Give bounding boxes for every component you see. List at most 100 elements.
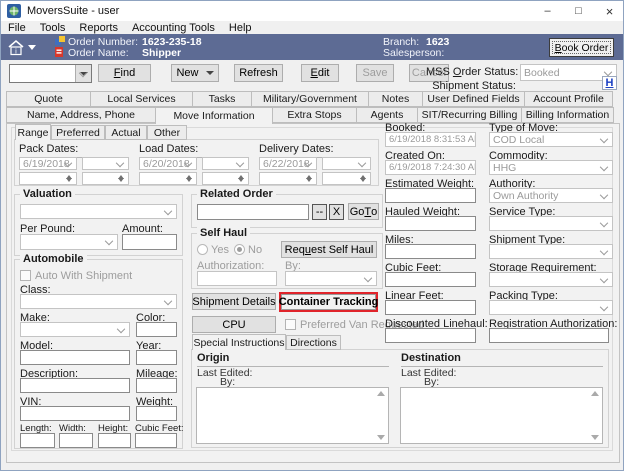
go-to-button[interactable]: Go To (348, 203, 379, 220)
delivery-date-select-2[interactable] (322, 157, 371, 170)
scroll-up-icon[interactable] (377, 391, 385, 396)
save-button[interactable]: Save (356, 64, 394, 82)
per-pound-select[interactable] (20, 234, 118, 250)
cpu-button[interactable]: CPU (192, 316, 276, 333)
amount-input[interactable] (122, 234, 177, 250)
tab-agents[interactable]: Agents (356, 107, 418, 123)
subtab-preferred[interactable]: Preferred (51, 125, 105, 140)
tab-user-defined-fields[interactable]: User Defined Fields (422, 91, 525, 107)
book-order-button[interactable]: Book Order (549, 38, 614, 57)
load-date-select-2[interactable] (202, 157, 249, 170)
pack-time-spinner-2[interactable] (82, 172, 129, 185)
load-date-select[interactable]: 6/20/2018 (139, 157, 197, 170)
pack-date-select-2[interactable] (82, 157, 129, 170)
load-time-spinner[interactable] (139, 172, 197, 185)
maximize-button[interactable]: □ (563, 1, 594, 21)
tab-extra-stops[interactable]: Extra Stops (272, 107, 357, 123)
preferred-van-checkbox[interactable] (285, 319, 296, 330)
find-button[interactable]: Find (98, 64, 151, 82)
class-select[interactable] (20, 294, 177, 309)
hauled-weight-input[interactable] (385, 216, 476, 231)
packing-type-select[interactable] (489, 300, 613, 315)
minimize-button[interactable]: – (532, 1, 563, 21)
tab-tasks[interactable]: Tasks (192, 91, 252, 107)
scroll-up-icon[interactable] (591, 391, 599, 396)
created-on-field[interactable]: 6/19/2018 7:24:30 AM (385, 160, 476, 175)
tab-billing-information[interactable]: Billing Information (521, 107, 614, 123)
linear-feet-input[interactable] (385, 300, 476, 315)
refresh-button[interactable]: Refresh (234, 64, 283, 82)
self-haul-by-select[interactable] (285, 271, 377, 286)
tab-quote[interactable]: Quote (6, 91, 91, 107)
commodity-select[interactable]: HHG (489, 160, 613, 175)
storage-requirement-select[interactable] (489, 272, 613, 287)
pack-date-select[interactable]: 6/19/2018 (19, 157, 77, 170)
tab-military-government[interactable]: Military/Government (251, 91, 369, 107)
miles-input[interactable] (385, 244, 476, 259)
discounted-linehaul-input[interactable] (385, 328, 476, 343)
menu-accounting-tools[interactable]: Accounting Tools (125, 22, 222, 34)
shipment-type-select[interactable] (489, 244, 613, 259)
color-input[interactable] (136, 322, 177, 337)
subtab-actual[interactable]: Actual (105, 125, 147, 140)
tab-special-instructions[interactable]: Special Instructions (192, 334, 286, 350)
combo-dropdown-button[interactable] (75, 65, 91, 82)
authorization-input[interactable] (197, 271, 277, 286)
authority-select[interactable]: Own Authority (489, 188, 613, 203)
height-input[interactable] (98, 433, 131, 448)
auto-with-shipment-checkbox[interactable] (20, 270, 31, 281)
load-time-spinner-2[interactable] (202, 172, 249, 185)
delivery-date-select[interactable]: 6/22/2018 (259, 157, 317, 170)
cubic-feet-input[interactable] (385, 272, 476, 287)
scroll-down-icon[interactable] (377, 435, 385, 440)
request-self-haul-button[interactable]: Request Self Haul (281, 241, 377, 258)
weight-input[interactable] (136, 406, 177, 421)
related-order-browse-button[interactable]: -- (312, 204, 327, 220)
tab-notes[interactable]: Notes (368, 91, 423, 107)
related-order-input[interactable] (197, 204, 309, 220)
shipment-status-history-button[interactable]: H (602, 76, 617, 90)
pack-time-spinner[interactable] (19, 172, 77, 185)
type-of-move-select[interactable]: COD Local (489, 132, 613, 147)
scroll-down-icon[interactable] (591, 435, 599, 440)
menu-help[interactable]: Help (222, 22, 259, 34)
tab-sit-recurring-billing[interactable]: SIT/Recurring Billing (417, 107, 522, 123)
subtab-other[interactable]: Other (147, 125, 187, 140)
mileage-input[interactable] (136, 378, 177, 393)
make-select[interactable] (20, 322, 130, 337)
shipment-details-button[interactable]: Shipment Details (192, 293, 276, 310)
delivery-time-spinner-2[interactable] (322, 172, 371, 185)
order-search-combo[interactable] (9, 64, 92, 83)
tab-directions[interactable]: Directions (286, 335, 341, 350)
container-tracking-button[interactable]: Container Tracking (281, 294, 376, 310)
subtab-range[interactable]: Range (15, 124, 51, 140)
edit-button[interactable]: Edit (301, 64, 339, 82)
booked-field[interactable]: 6/19/2018 8:31:53 AM (385, 132, 476, 147)
self-haul-yes-radio[interactable] (197, 244, 208, 255)
menu-file[interactable]: File (1, 22, 33, 34)
destination-instructions-textarea[interactable] (400, 387, 603, 444)
home-button[interactable]: i (7, 36, 41, 58)
tab-account-profile[interactable]: Account Profile (524, 91, 613, 107)
estimated-weight-input[interactable] (385, 188, 476, 203)
year-input[interactable] (136, 350, 177, 365)
new-button[interactable]: New (171, 64, 219, 82)
self-haul-no-radio[interactable] (234, 244, 245, 255)
related-order-clear-button[interactable]: X (329, 204, 344, 220)
tab-name-address-phone[interactable]: Name, Address, Phone (6, 107, 156, 123)
service-type-select[interactable] (489, 216, 613, 231)
delivery-time-spinner[interactable] (259, 172, 317, 185)
origin-instructions-textarea[interactable] (196, 387, 389, 444)
length-input[interactable] (20, 433, 55, 448)
tab-move-information[interactable]: Move Information (155, 107, 273, 124)
tab-local-services[interactable]: Local Services (90, 91, 193, 107)
menu-reports[interactable]: Reports (72, 22, 125, 34)
menu-tools[interactable]: Tools (33, 22, 73, 34)
width-input[interactable] (59, 433, 93, 448)
close-button[interactable]: × (594, 1, 624, 21)
registration-authorization-input[interactable] (489, 328, 609, 343)
auto-cubic-feet-input[interactable] (135, 433, 177, 448)
valuation-select[interactable] (20, 204, 177, 219)
vin-input[interactable] (20, 406, 130, 421)
description-input[interactable] (20, 378, 130, 393)
